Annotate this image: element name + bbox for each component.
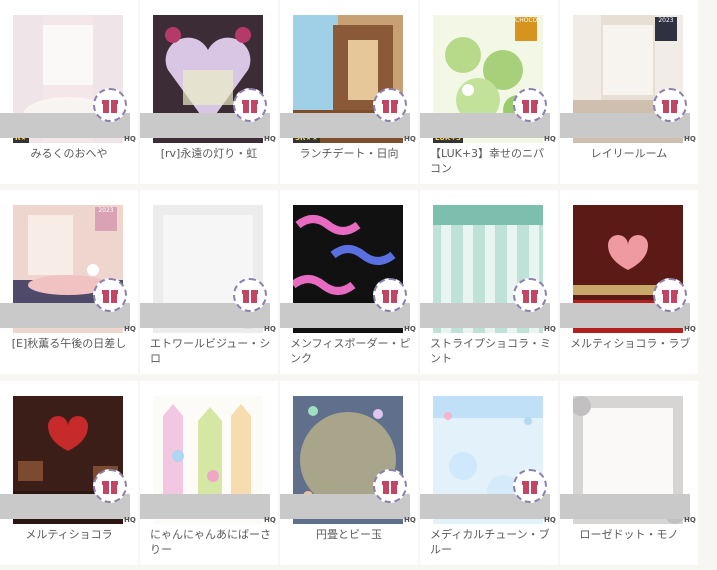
gift-icon[interactable] [513, 88, 547, 122]
year-badge: 2023 [655, 17, 677, 41]
item-card[interactable]: HQ 円畳とビー玉 [280, 381, 418, 565]
item-label: [rv]永遠の灯り・虹 [160, 147, 258, 160]
item-card[interactable]: HQ [rv]永遠の灯り・虹 [140, 0, 278, 184]
grid-row: R★ HQ みるくのおへや HQ [rv]永遠の灯り・虹 SR★★ HQ ランチ… [0, 0, 705, 184]
item-label: みるくのおへや [30, 147, 108, 160]
item-label: メルティショコラ [25, 528, 113, 541]
grid-row: HQ メルティショコラ HQ にゃんにゃんあにばーさりー HQ 円畳とビー玉 H… [0, 381, 705, 565]
item-card[interactable]: HQ メディカルチューン・ブルー [420, 381, 558, 565]
choco-badge: CHOCO [515, 17, 537, 41]
thumb-bar [560, 494, 690, 519]
gift-icon[interactable] [93, 88, 127, 122]
gift-icon[interactable] [373, 469, 407, 503]
item-label: にゃんにゃんあにばーさりー [150, 528, 271, 556]
item-card[interactable]: HQ エトワールビジュー・シロ [140, 190, 278, 374]
gift-icon[interactable] [233, 278, 267, 312]
item-label: エトワールビジュー・シロ [150, 337, 271, 365]
item-label: レイリールーム [590, 147, 668, 160]
gift-icon[interactable] [93, 278, 127, 312]
gift-icon[interactable] [373, 88, 407, 122]
item-label: ストライプショコラ・ミント [430, 337, 551, 365]
item-card[interactable]: 2023 HQ レイリールーム [560, 0, 698, 184]
gift-icon[interactable] [93, 469, 127, 503]
item-label: [E]秋薫る午後の日差し [11, 337, 127, 350]
thumb-bar [140, 494, 270, 519]
gift-icon[interactable] [653, 278, 687, 312]
item-label: ローゼドット・モノ [579, 528, 679, 541]
item-grid: R★ HQ みるくのおへや HQ [rv]永遠の灯り・虹 SR★★ HQ ランチ… [0, 0, 717, 570]
gift-icon[interactable] [513, 469, 547, 503]
item-label: メルティショコラ・ラブ [570, 337, 691, 350]
item-card[interactable]: LUK+3 CHOCO HQ 【LUK+3】幸せのニパコン [420, 0, 558, 184]
item-card[interactable]: HQ ストライプショコラ・ミント [420, 190, 558, 374]
gift-icon[interactable] [373, 278, 407, 312]
grid-row: 2023 HQ [E]秋薫る午後の日差し HQ エトワールビジュー・シロ HQ … [0, 190, 705, 374]
item-card[interactable]: HQ ローゼドット・モノ [560, 381, 698, 565]
gift-icon[interactable] [233, 88, 267, 122]
item-label: ランチデート・日向 [299, 147, 399, 160]
year-badge: 2023 [95, 207, 117, 231]
item-label: メディカルチューン・ブルー [430, 528, 550, 556]
gift-icon[interactable] [513, 278, 547, 312]
item-label: 円畳とビー玉 [316, 528, 382, 541]
item-card[interactable]: HQ メルティショコラ・ラブ [560, 190, 698, 374]
item-label: メンフィスボーダー・ピンク [290, 337, 411, 365]
item-card[interactable]: SR★★ HQ ランチデート・日向 [280, 0, 418, 184]
item-card[interactable]: 2023 HQ [E]秋薫る午後の日差し [0, 190, 138, 374]
item-card[interactable]: HQ にゃんにゃんあにばーさりー [140, 381, 278, 565]
item-card[interactable]: HQ メルティショコラ [0, 381, 138, 565]
gift-icon[interactable] [653, 88, 687, 122]
item-card[interactable]: R★ HQ みるくのおへや [0, 0, 138, 184]
item-label: 【LUK+3】幸せのニパコン [430, 147, 545, 175]
item-card[interactable]: HQ メンフィスボーダー・ピンク [280, 190, 418, 374]
